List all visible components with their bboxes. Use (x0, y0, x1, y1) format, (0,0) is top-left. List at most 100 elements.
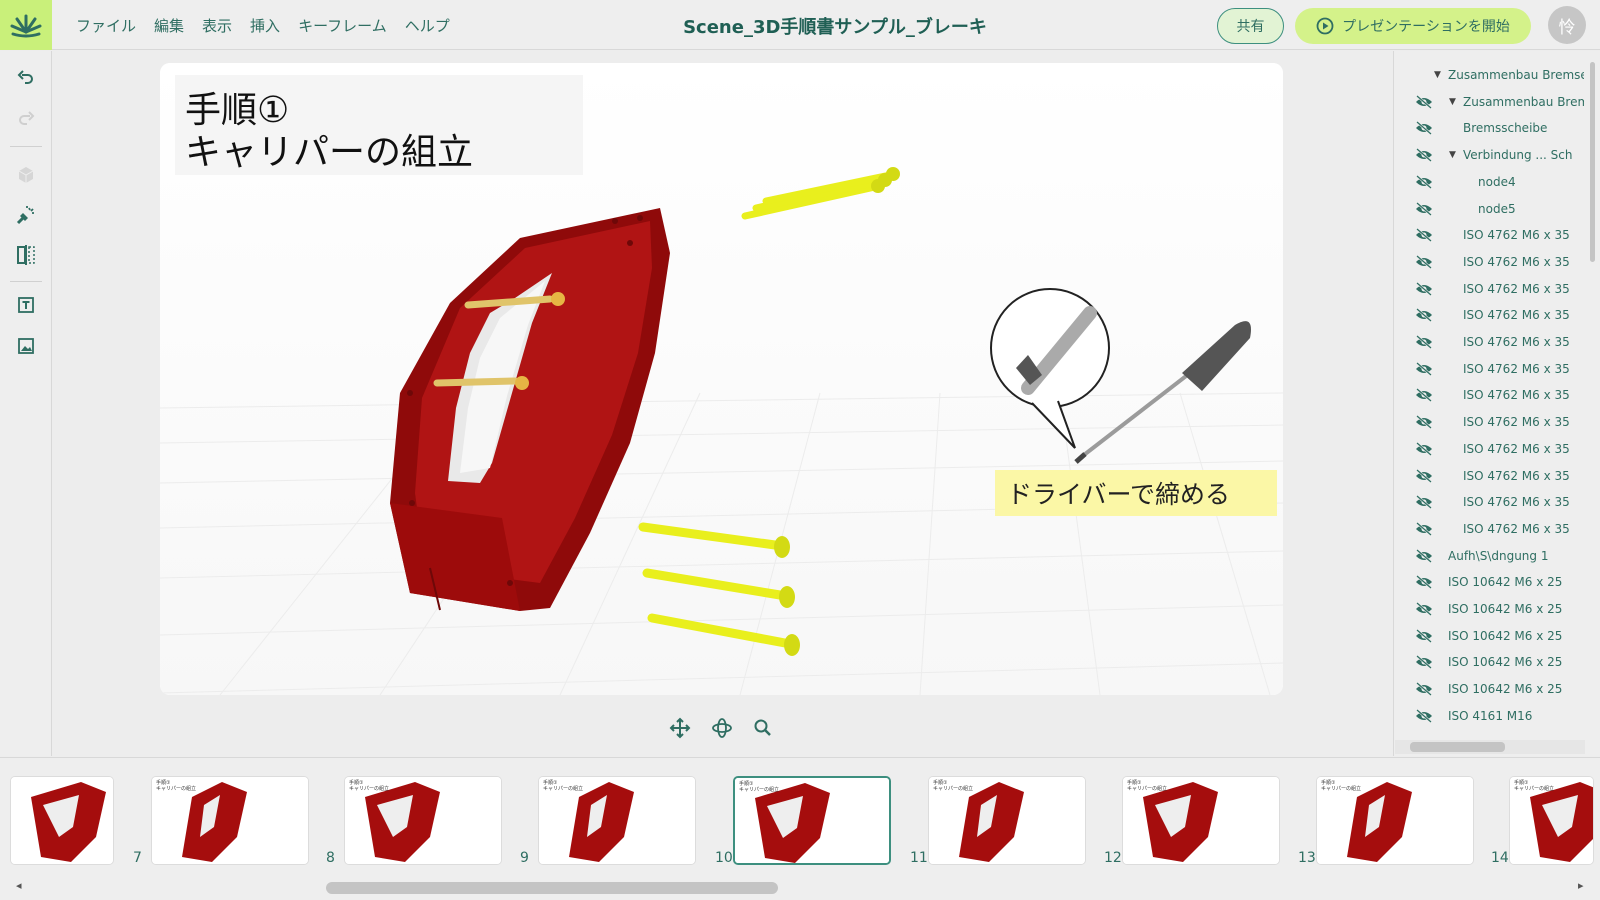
tree-vertical-scrollbar[interactable] (1590, 62, 1595, 262)
share-button[interactable]: 共有 (1217, 8, 1284, 44)
menu-help[interactable]: ヘルプ (405, 15, 450, 36)
undo-icon[interactable] (12, 65, 40, 93)
tree-item[interactable]: node4 (1394, 169, 1584, 195)
keyframe-mini-title: 手順① キャリパーの組立 (543, 780, 584, 792)
tree-item[interactable]: ISO 4161 M16 (1394, 703, 1584, 729)
start-presentation-button[interactable]: プレゼンテーションを開始 (1295, 8, 1531, 44)
visibility-off-icon[interactable] (1414, 521, 1434, 536)
tree-item[interactable]: ISO 4762 M6 x 35 (1394, 409, 1584, 435)
text-box-icon[interactable] (12, 291, 40, 319)
visibility-off-icon[interactable] (1414, 628, 1434, 643)
visibility-off-icon[interactable] (1414, 682, 1434, 697)
menu-file[interactable]: ファイル (76, 15, 136, 36)
keyframe-thumbnail[interactable]: 手順① キャリパーの組立 (1509, 776, 1594, 865)
keyframe-thumbnail[interactable]: 手順① キャリパーの組立 (344, 776, 502, 865)
visibility-off-icon[interactable] (1414, 121, 1434, 136)
keyframe-mini-title: 手順① キャリパーの組立 (1321, 780, 1362, 792)
visibility-off-icon[interactable] (1414, 441, 1434, 456)
tree-item[interactable]: ISO 4762 M6 x 35 (1394, 276, 1584, 302)
visibility-off-icon[interactable] (1414, 201, 1434, 216)
step-title-box[interactable]: 手順① キャリパーの組立 (175, 75, 583, 175)
keyframe-thumbnail[interactable]: 手順① キャリパーの組立 (928, 776, 1086, 865)
tree-item[interactable]: ISO 4762 M6 x 35 (1394, 249, 1584, 275)
burst-logo-icon[interactable] (0, 0, 52, 50)
tree-item[interactable]: Bremsscheibe (1394, 115, 1584, 141)
filmstrip-scrollbar[interactable] (0, 878, 1600, 898)
tree-item[interactable]: ISO 4762 M6 x 35 (1394, 463, 1584, 489)
scroll-right-icon[interactable]: ▸ (1578, 879, 1584, 892)
visibility-off-icon[interactable] (1414, 602, 1434, 616)
visibility-off-icon[interactable] (1414, 254, 1434, 269)
zoom-icon[interactable] (750, 715, 776, 741)
tree-item[interactable]: ▼ Zusammenbau Bremse (1394, 62, 1584, 88)
tree-item[interactable]: ISO 4762 M6 x 35 (1394, 436, 1584, 462)
tree-item[interactable]: ISO 4762 M6 x 35 (1394, 516, 1584, 542)
tree-item[interactable]: ▼ Zusammenbau Brem (1394, 89, 1584, 115)
visibility-off-icon[interactable] (1414, 361, 1434, 376)
keyframe-thumbnail[interactable]: 手順① キャリパーの組立 (1122, 776, 1280, 865)
tree-horizontal-scroll-thumb[interactable] (1410, 742, 1505, 752)
document-title[interactable]: Scene_3D手順書サンプル_ブレーキ (600, 13, 1070, 39)
tree-item-label: Aufh\S\dngung 1 (1448, 548, 1549, 563)
tree-item-label: ISO 4762 M6 x 35 (1463, 361, 1570, 376)
cube-icon[interactable] (12, 161, 40, 189)
tree-item[interactable]: ISO 10642 M6 x 25 (1394, 596, 1584, 622)
visibility-off-icon[interactable] (1414, 575, 1434, 590)
visibility-off-icon[interactable] (1414, 415, 1434, 430)
visibility-off-icon[interactable] (1414, 655, 1434, 670)
keyframe-thumbnail[interactable]: 手順① キャリパーの組立 (733, 776, 891, 865)
image-icon[interactable] (12, 332, 40, 360)
visibility-off-icon[interactable] (1414, 548, 1434, 563)
tree-item[interactable]: ISO 10642 M6 x 25 (1394, 623, 1584, 649)
keyframe-thumbnail[interactable]: 手順① キャリパーの組立 (151, 776, 309, 865)
visibility-off-icon[interactable] (1414, 495, 1434, 510)
tree-item[interactable]: Aufh\S\dngung 1 (1394, 543, 1584, 569)
visibility-off-icon[interactable] (1414, 148, 1434, 163)
tree-item[interactable]: ISO 4762 M6 x 35 (1394, 329, 1584, 355)
keyframe-thumbnail[interactable] (10, 776, 114, 865)
tree-item-label: ISO 4762 M6 x 35 (1463, 228, 1570, 243)
instruction-callout[interactable]: ドライバーで締める (995, 470, 1277, 516)
tree-item[interactable]: ISO 4762 M6 x 35 (1394, 356, 1584, 382)
redo-icon[interactable] (12, 106, 40, 134)
expand-caret-icon[interactable]: ▼ (1449, 97, 1463, 107)
expand-caret-icon[interactable]: ▼ (1449, 150, 1463, 160)
filmstrip-scroll-thumb[interactable] (326, 882, 778, 894)
menu-keyframe[interactable]: キーフレーム (298, 15, 387, 36)
visibility-off-icon[interactable] (1414, 708, 1434, 723)
tree-item[interactable]: node5 (1394, 196, 1584, 222)
tree-item[interactable]: ISO 4762 M6 x 35 (1394, 222, 1584, 248)
tree-item[interactable]: ISO 4762 M6 x 35 (1394, 489, 1584, 515)
visibility-off-icon[interactable] (1414, 281, 1434, 296)
menu-insert[interactable]: 挿入 (250, 15, 280, 36)
tree-item[interactable]: ISO 4762 M6 x 35 (1394, 382, 1584, 408)
avatar[interactable]: 怜 (1548, 6, 1586, 44)
tree-item-label: ISO 10642 M6 x 25 (1448, 575, 1563, 590)
visibility-off-icon[interactable] (1414, 388, 1434, 403)
visibility-off-icon[interactable] (1414, 468, 1434, 483)
keyframe-thumbnail[interactable]: 手順① キャリパーの組立 (538, 776, 696, 865)
tree-item[interactable]: ISO 10642 M6 x 25 (1394, 649, 1584, 675)
tree-item-label: ISO 4762 M6 x 35 (1463, 308, 1570, 323)
visibility-off-icon[interactable] (1414, 335, 1434, 349)
tree-item[interactable]: ISO 10642 M6 x 25 (1394, 676, 1584, 702)
pan-icon[interactable] (667, 715, 693, 741)
visibility-off-icon[interactable] (1414, 228, 1434, 243)
visibility-off-icon[interactable] (1414, 174, 1434, 189)
keyframe-number: 14 (1491, 850, 1509, 866)
keyframe-thumbnail[interactable]: 手順① キャリパーの組立 (1316, 776, 1474, 865)
tree-item[interactable]: ▼ Verbindung ... Sch (1394, 142, 1584, 168)
tree-item[interactable]: ISO 4762 M6 x 35 (1394, 302, 1584, 328)
scene-tree-panel[interactable]: ▼ Zusammenbau Bremse ▼ Zusammenbau Brem Brem… (1393, 51, 1600, 756)
menu-view[interactable]: 表示 (202, 15, 232, 36)
visibility-off-icon[interactable] (1414, 94, 1434, 109)
orbit-icon[interactable] (709, 715, 735, 741)
explode-icon[interactable] (12, 201, 40, 229)
expand-caret-icon[interactable]: ▼ (1434, 70, 1448, 80)
split-view-icon[interactable] (12, 241, 40, 269)
scroll-left-icon[interactable]: ◂ (16, 879, 22, 892)
3d-viewport[interactable]: 手順① キャリパーの組立 ドライバーで締める (160, 63, 1283, 695)
visibility-off-icon[interactable] (1414, 308, 1434, 323)
menu-edit[interactable]: 編集 (154, 15, 184, 36)
tree-item[interactable]: ISO 10642 M6 x 25 (1394, 569, 1584, 595)
